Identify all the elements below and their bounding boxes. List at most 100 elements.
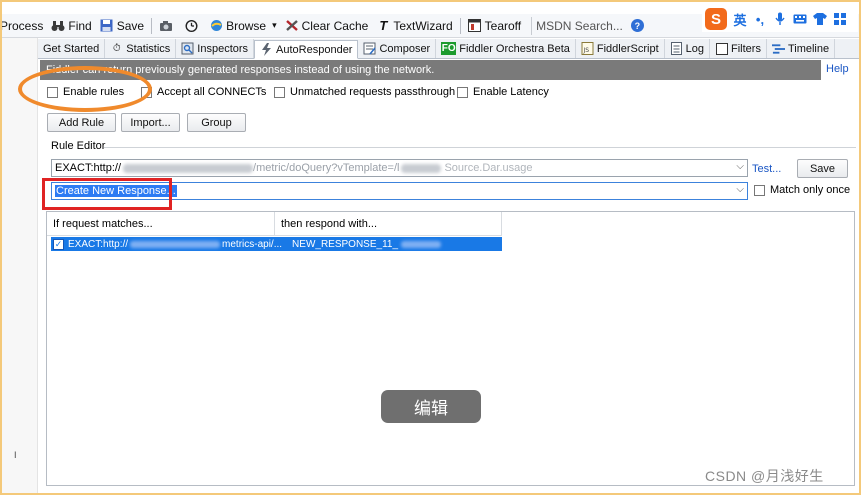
tab-autoresponder[interactable]: AutoResponder [254,40,359,59]
tab-fiddler-orchestra[interactable]: FO Fiddler Orchestra Beta [436,39,576,58]
tab-log[interactable]: Log [665,39,710,58]
grid-icon[interactable] [833,13,847,25]
redacted-host [123,163,254,173]
csdn-watermark: CSDN @月浅好生 [705,468,824,484]
rule-editor-divider [104,147,856,148]
ime-punctuation-toggle[interactable]: •, [753,12,767,27]
rules-list[interactable]: If request matches... then respond with.… [46,211,855,486]
redacted-response-suffix [401,240,442,248]
binoculars-icon [51,19,65,33]
tab-label: Inspectors [197,42,249,55]
tab-label: Get Started [43,42,100,55]
keyboard-icon[interactable] [793,14,807,24]
clear-cache-icon [285,19,299,33]
tab-fiddlerscript[interactable]: JS FiddlerScript [576,39,665,58]
clear-cache-label: Clear Cache [301,18,369,33]
browse-dropdown-arrow-icon[interactable]: ▾ [272,20,277,31]
ime-toolbar: S 英 •, [702,6,858,32]
tab-statistics[interactable]: ⏱ Statistics [105,39,177,58]
autoresponder-info-bar: Fiddler can return previously generated … [40,60,821,80]
redacted-segment [401,163,442,173]
tearoff-button[interactable]: Tearoff [464,19,525,33]
tearoff-icon [468,19,482,33]
msdn-search-placeholder: MSDN Search... [536,18,623,33]
tab-timeline[interactable]: Timeline [767,39,836,58]
script-icon: JS [581,42,594,55]
browser-icon [209,19,223,33]
unmatched-passthrough-label: Unmatched requests passthrough [290,86,456,98]
match-only-once-checkbox[interactable]: Match only once [754,184,850,196]
match-rule-path: /metric/doQuery?vTemplate=/l [253,162,400,174]
toolbar-label-process: Process [0,18,44,33]
accept-connects-checkbox[interactable]: Accept all CONNECTs [141,86,266,98]
rule-enabled-checkbox[interactable]: ✓ [53,238,64,250]
log-icon [670,42,683,55]
tab-label: Statistics [126,42,171,55]
redacted-match-host [130,240,221,248]
timer-icon [184,19,198,33]
checkbox-box[interactable] [457,86,468,98]
table-row[interactable]: ✓ EXACT:http:// metrics-api/... NEW_RESP… [51,237,502,251]
help-question-icon[interactable]: ? [630,19,644,32]
column-header-response[interactable]: then respond with... [275,212,502,236]
tab-label: Filters [731,42,761,55]
toolbar-separator [151,17,153,34]
msdn-search-input[interactable]: MSDN Search... ? [531,16,644,35]
textwizard-label: TextWizard [393,18,453,33]
help-link[interactable]: Help [826,63,849,75]
find-label: Find [68,18,92,33]
checkbox-icon [715,42,728,55]
tab-get-started[interactable]: Get Started [38,39,106,58]
test-link[interactable]: Test... [752,163,781,175]
screenshot-button[interactable] [155,19,180,33]
unmatched-passthrough-checkbox[interactable]: Unmatched requests passthrough [274,86,455,98]
save-rule-button[interactable]: Save [797,159,848,178]
tab-label: Log [685,42,704,55]
find-button[interactable]: Find [47,19,95,33]
camera-icon [159,19,173,33]
tab-label: FiddlerScript [596,42,659,55]
column-header-match[interactable]: If request matches... [47,212,275,236]
group-button[interactable]: Group [187,113,246,132]
ime-language-toggle[interactable]: 英 [733,10,747,29]
inspectors-icon [181,42,194,55]
save-icon [100,19,114,33]
tab-inspectors[interactable]: Inspectors [176,39,255,58]
browse-button[interactable]: Browse ▾ [205,19,281,33]
process-filter-button[interactable]: Process [0,19,47,33]
textwizard-button[interactable]: T TextWizard [372,18,456,33]
rule-match-prefix: EXACT:http:// [68,238,129,250]
import-button[interactable]: Import... [121,113,180,132]
tab-composer[interactable]: Composer [358,39,437,58]
fo-icon: FO [441,42,457,55]
composer-icon [363,42,377,55]
accept-connects-label: Accept all CONNECTs [157,86,267,98]
match-rule-combobox[interactable]: EXACT:http:// /metric/doQuery?vTemplate=… [51,159,748,177]
match-only-once-label: Match only once [770,184,851,196]
chevron-down-icon[interactable]: ⌵ [736,161,744,172]
rule-editor-label: Rule Editor [51,140,106,152]
tab-label: Fiddler Orchestra Beta [459,42,570,55]
chevron-down-icon[interactable]: ⌵ [736,184,744,195]
ime-logo-icon[interactable]: S [705,8,727,30]
text-wizard-icon: T [379,18,388,33]
enable-latency-checkbox[interactable]: Enable Latency [457,86,549,98]
save-button[interactable]: Save [96,19,148,33]
stopwatch-icon: ⏱ [112,43,121,54]
tab-label: AutoResponder [276,43,353,56]
tearoff-label: Tearoff [484,18,522,33]
shirt-icon[interactable] [813,13,827,25]
response-highlight-box [42,178,172,210]
add-rule-button[interactable]: Add Rule [47,113,116,132]
left-strip-mark: I [14,450,17,460]
clear-cache-button[interactable]: Clear Cache [281,19,373,33]
timer-button[interactable] [180,19,205,33]
checkbox-box[interactable] [754,184,765,196]
edit-toast: 编辑 [381,390,481,423]
left-session-strip: I [0,38,38,495]
microphone-icon[interactable] [773,12,787,26]
match-rule-tail: Source.Dar.usage [444,162,533,174]
tab-filters[interactable]: Filters [710,39,767,58]
checkbox-box[interactable] [274,86,285,98]
timeline-icon [771,42,785,55]
